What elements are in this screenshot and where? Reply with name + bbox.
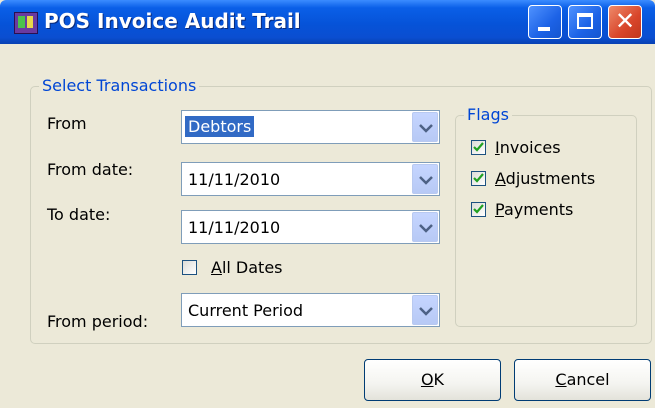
- from-select[interactable]: Debtors: [181, 110, 440, 144]
- checkmark-icon: [473, 173, 484, 183]
- maximize-icon: [577, 13, 593, 29]
- close-button[interactable]: ✕: [608, 5, 642, 39]
- minimize-button[interactable]: [528, 5, 562, 39]
- to-date-value: 11/11/2010: [188, 218, 281, 237]
- from-period-label: From period:: [47, 312, 149, 331]
- maximize-button[interactable]: [568, 5, 602, 39]
- chevron-down-icon: [419, 224, 433, 233]
- ok-button[interactable]: OK: [364, 359, 501, 401]
- to-date-dropdown-button[interactable]: [412, 212, 438, 242]
- chevron-down-icon: [419, 307, 433, 316]
- checkmark-icon: [473, 142, 484, 152]
- from-date-value: 11/11/2010: [188, 170, 281, 189]
- from-period-select[interactable]: Current Period: [181, 293, 440, 327]
- minimize-icon: [538, 27, 550, 31]
- payments-checkbox[interactable]: [471, 202, 486, 217]
- payments-label[interactable]: Payments: [495, 200, 573, 219]
- chevron-down-icon: [419, 176, 433, 185]
- all-dates-label[interactable]: All Dates: [211, 258, 283, 277]
- title-bar[interactable]: POS Invoice Audit Trail ✕: [0, 0, 655, 44]
- all-dates-checkbox[interactable]: [182, 260, 197, 275]
- from-period-value: Current Period: [188, 301, 304, 320]
- from-period-dropdown-button[interactable]: [412, 295, 438, 325]
- app-icon: [14, 12, 38, 34]
- select-transactions-legend: Select Transactions: [39, 76, 200, 95]
- adjustments-label[interactable]: Adjustments: [495, 169, 595, 188]
- close-icon: ✕: [615, 7, 636, 35]
- from-date-dropdown-button[interactable]: [412, 164, 438, 194]
- from-date-label: From date:: [47, 160, 134, 179]
- checkmark-icon: [473, 204, 484, 214]
- from-dropdown-button[interactable]: [412, 112, 438, 142]
- to-date-picker[interactable]: 11/11/2010: [181, 210, 440, 244]
- adjustments-checkbox[interactable]: [471, 171, 486, 186]
- invoices-label[interactable]: Invoices: [495, 138, 561, 157]
- to-date-label: To date:: [47, 205, 111, 224]
- from-label: From: [47, 114, 87, 133]
- window-title: POS Invoice Audit Trail: [44, 9, 301, 33]
- from-select-value: Debtors: [185, 116, 255, 137]
- chevron-down-icon: [419, 124, 433, 133]
- from-date-picker[interactable]: 11/11/2010: [181, 162, 440, 196]
- flags-legend: Flags: [464, 105, 512, 124]
- cancel-button[interactable]: Cancel: [514, 359, 651, 401]
- invoices-checkbox[interactable]: [471, 140, 486, 155]
